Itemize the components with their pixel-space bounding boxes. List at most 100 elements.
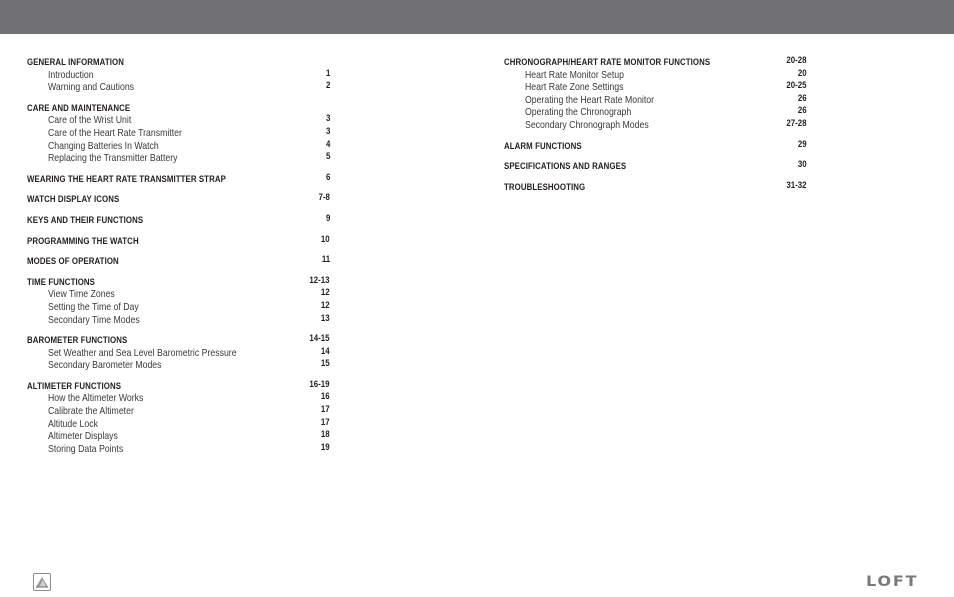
- toc-subentry-page: 16: [321, 391, 330, 403]
- toc-subentry-title: Secondary Time Modes: [48, 314, 140, 326]
- toc-section: SPECIFICATIONS AND RANGES 30: [504, 159, 807, 172]
- toc-subentry-page: 17: [321, 404, 330, 416]
- toc-section: PROGRAMMING THE WATCH 10: [27, 234, 330, 247]
- toc-subentry-page: 3: [325, 113, 330, 125]
- toc-subentry-page: 5: [325, 151, 330, 163]
- toc-section: WEARING THE HEART RATE TRANSMITTER STRAP…: [27, 172, 330, 185]
- toc-section: WATCH DISPLAY ICONS 7-8: [27, 192, 330, 205]
- toc-heading-title: ALARM FUNCTIONS: [504, 140, 582, 152]
- toc-subentry-page: 26: [798, 105, 807, 117]
- toc-subentry-page: 19: [321, 441, 330, 453]
- toc-heading-entry[interactable]: KEYS AND THEIR FUNCTIONS 9: [27, 213, 330, 226]
- toc-heading-entry[interactable]: BAROMETER FUNCTIONS 14-15: [27, 333, 330, 346]
- toc-heading-entry[interactable]: TIME FUNCTIONS 12-13: [27, 275, 330, 288]
- toc-heading-title: WEARING THE HEART RATE TRANSMITTER STRAP: [27, 173, 226, 185]
- toc-heading-title: SPECIFICATIONS AND RANGES: [504, 161, 627, 173]
- toc-subentry[interactable]: Operating the Heart Rate Monitor 26: [504, 93, 807, 106]
- toc-subentry-page: 13: [321, 312, 330, 324]
- toc-heading-title: MODES OF OPERATION: [27, 256, 119, 268]
- toc-section: BAROMETER FUNCTIONS 14-15 Set Weather and …: [27, 333, 330, 371]
- toc-heading-page: 16-19: [309, 378, 330, 390]
- mountain-logo-icon: [33, 573, 51, 591]
- toc-section: CARE AND MAINTENANCE Care of the Wrist Un…: [27, 101, 330, 164]
- toc-subentry[interactable]: Storing Data Points 19: [27, 442, 330, 455]
- toc-heading-entry[interactable]: WATCH DISPLAY ICONS 7-8: [27, 192, 330, 205]
- toc-subentry-page: 27-28: [786, 117, 807, 129]
- toc-heading-page: 20-28: [786, 55, 807, 66]
- toc-subentry-title: Replacing the Transmitter Battery: [48, 153, 178, 165]
- toc-section: ALARM FUNCTIONS 29: [504, 139, 807, 152]
- toc-subentry[interactable]: Secondary Time Modes 13: [27, 313, 330, 326]
- toc-subentry[interactable]: Secondary Chronograph Modes 27-28: [504, 118, 807, 131]
- toc-section: CHRONOGRAPH/HEART RATE MONITOR FUNCTIONS…: [504, 55, 807, 131]
- toc-heading-title: PROGRAMMING THE WATCH: [27, 235, 139, 247]
- toc-heading-entry[interactable]: MODES OF OPERATION 11: [27, 254, 330, 267]
- toc-subentry[interactable]: Changing Batteries In Watch 4: [27, 139, 330, 152]
- toc-subentry[interactable]: Care of the Heart Rate Transmitter 3: [27, 126, 330, 139]
- toc-subentry-title: Storing Data Points: [48, 443, 124, 455]
- toc-subentry[interactable]: Altitude Lock 17: [27, 417, 330, 430]
- toc-subentry[interactable]: Replacing the Transmitter Battery 5: [27, 151, 330, 164]
- toc-section: KEYS AND THEIR FUNCTIONS 9: [27, 213, 330, 226]
- toc-subentry[interactable]: Heart Rate Zone Settings 20-25: [504, 80, 807, 93]
- header-bar: [0, 0, 954, 34]
- brand-logo: LOFT: [866, 574, 919, 590]
- toc-left-column: GENERAL INFORMATION Introduction 1 Warning …: [27, 55, 330, 462]
- toc-heading-entry[interactable]: ALARM FUNCTIONS 29: [504, 139, 807, 152]
- toc-subentry-page: 12: [321, 299, 330, 311]
- toc-heading-title: WATCH DISPLAY ICONS: [27, 194, 120, 206]
- toc-subentry[interactable]: View Time Zones 12: [27, 287, 330, 300]
- toc-section: TIME FUNCTIONS 12-13 View Time Zones 12 Sett…: [27, 275, 330, 326]
- toc-heading-entry[interactable]: WEARING THE HEART RATE TRANSMITTER STRAP…: [27, 172, 330, 185]
- toc-subentry[interactable]: Setting the Time of Day 12: [27, 300, 330, 313]
- toc-subentry[interactable]: Altimeter Displays 18: [27, 429, 330, 442]
- toc-subentry-title: Secondary Chronograph Modes: [525, 119, 649, 131]
- toc-section: TROUBLESHOOTING 31-32: [504, 180, 807, 193]
- toc-subentry[interactable]: Operating the Chronograph 26: [504, 105, 807, 118]
- toc-subentry-page: 4: [325, 138, 330, 150]
- toc-subentry-page: 12: [321, 287, 330, 299]
- toc-heading-title: TROUBLESHOOTING: [504, 181, 586, 193]
- toc-section: ALTIMETER FUNCTIONS 16-19 How the Altimete…: [27, 379, 330, 455]
- toc-heading-page: 29: [798, 138, 807, 150]
- toc-subentry[interactable]: Introduction 1: [27, 68, 330, 81]
- toc-heading-page: 10: [321, 233, 330, 245]
- toc-subentry-title: Warning and Cautions: [48, 82, 135, 94]
- toc-heading-page: 9: [325, 212, 330, 224]
- toc-heading-page: 12-13: [309, 274, 330, 286]
- toc-heading-page: 11: [321, 254, 330, 266]
- toc-right-column: CHRONOGRAPH/HEART RATE MONITOR FUNCTIONS…: [504, 55, 807, 200]
- toc-heading-title: KEYS AND THEIR FUNCTIONS: [27, 214, 144, 226]
- toc-subentry-page: 17: [321, 416, 330, 428]
- toc-heading-entry[interactable]: GENERAL INFORMATION: [27, 55, 330, 68]
- toc-heading-page: 6: [325, 171, 330, 183]
- toc-subentry[interactable]: Calibrate the Altimeter 17: [27, 404, 330, 417]
- toc-heading-entry[interactable]: CARE AND MAINTENANCE: [27, 101, 330, 114]
- toc-heading-entry[interactable]: TROUBLESHOOTING 31-32: [504, 180, 807, 193]
- toc-subentry[interactable]: How the Altimeter Works 16: [27, 391, 330, 404]
- toc-subentry-page: 20-25: [786, 80, 807, 92]
- toc-subentry[interactable]: Care of the Wrist Unit 3: [27, 113, 330, 126]
- toc-subentry-page: 2: [325, 80, 330, 92]
- toc-subentry-page: 26: [798, 92, 807, 104]
- toc-subentry[interactable]: Secondary Barometer Modes 15: [27, 358, 330, 371]
- toc-heading-entry[interactable]: ALTIMETER FUNCTIONS 16-19: [27, 379, 330, 392]
- toc-heading-entry[interactable]: PROGRAMMING THE WATCH 10: [27, 234, 330, 247]
- toc-subentry-page: 15: [321, 358, 330, 370]
- toc-subentry-page: 1: [325, 67, 330, 79]
- toc-section: MODES OF OPERATION 11: [27, 254, 330, 267]
- toc-section: GENERAL INFORMATION Introduction 1 Warning …: [27, 55, 330, 93]
- toc-subentry[interactable]: Set Weather and Sea Level Barometric Pre…: [27, 346, 330, 359]
- toc-heading-entry[interactable]: CHRONOGRAPH/HEART RATE MONITOR FUNCTIONS…: [504, 55, 807, 68]
- toc-subentry-page: 20: [798, 67, 807, 79]
- toc-subentry[interactable]: Warning and Cautions 2: [27, 80, 330, 93]
- toc-subentry-page: 3: [325, 125, 330, 137]
- toc-subentry-title: Secondary Barometer Modes: [48, 360, 162, 372]
- toc-heading-entry[interactable]: SPECIFICATIONS AND RANGES 30: [504, 159, 807, 172]
- toc-subentry-page: 18: [321, 429, 330, 441]
- toc-subentry[interactable]: Heart Rate Monitor Setup 20: [504, 68, 807, 81]
- toc-subentry-page: 14: [321, 345, 330, 357]
- toc-heading-page: 30: [798, 159, 807, 171]
- toc-heading-page: 14-15: [309, 333, 330, 345]
- toc-heading-page: 7-8: [318, 192, 330, 204]
